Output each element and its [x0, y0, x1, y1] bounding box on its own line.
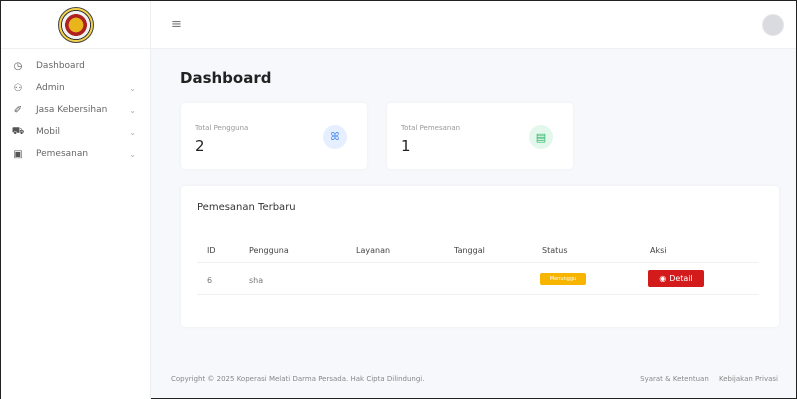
sidebar-item-label: Jasa Kebersihan [36, 105, 108, 115]
dashboard-icon: ◷ [13, 60, 23, 72]
column-header: Status [542, 246, 568, 255]
sidebar-item-dashboard[interactable]: ◷ Dashboard [1, 55, 150, 77]
detail-button[interactable]: ◉ Detail [648, 270, 704, 287]
koperasi-logo[interactable] [57, 6, 94, 43]
users-icon: ⚇ [13, 82, 23, 94]
sidebar-item-label: Admin [36, 83, 65, 93]
cell-id: 6 [207, 276, 213, 285]
topbar: ≡ [151, 1, 796, 49]
sidebar-item-admin[interactable]: ⚇ Admin ⌄ [1, 77, 150, 99]
column-header: Tanggal [454, 246, 485, 255]
sidebar: ◷ Dashboard ⚇ Admin ⌄ ✐ Jasa Kebersihan … [1, 1, 151, 399]
stat-card-orders: Total Pemesanan 1 ▤ [387, 103, 573, 169]
sidebar-item-jasa-kebersihan[interactable]: ✐ Jasa Kebersihan ⌄ [1, 99, 150, 121]
logo-area [1, 1, 150, 49]
calendar-icon: ▣ [13, 148, 23, 160]
chevron-down-icon: ⌄ [129, 105, 136, 115]
sidebar-item-mobil[interactable]: ⛟ Mobil ⌄ [1, 121, 150, 143]
stat-value: 1 [401, 137, 411, 155]
menu-toggle-icon[interactable]: ≡ [171, 17, 182, 32]
column-header: Aksi [650, 246, 667, 255]
sidebar-item-pemesanan[interactable]: ▣ Pemesanan ⌄ [1, 143, 150, 165]
copyright-text: Copyright © 2025 Koperasi Melati Darma P… [171, 375, 425, 383]
sidebar-item-label: Pemesanan [36, 149, 89, 159]
eye-icon: ◉ [659, 274, 667, 283]
column-header: Layanan [356, 246, 391, 255]
stat-card-users: Total Pengguna 2 ꕤ [181, 103, 367, 169]
row-divider [197, 294, 759, 295]
sidebar-item-label: Dashboard [36, 61, 85, 71]
footer-links: Syarat & Ketentuan Kebijakan Privasi [632, 375, 778, 383]
avatar[interactable] [762, 13, 784, 36]
stat-value: 2 [195, 137, 205, 155]
sidebar-nav: ◷ Dashboard ⚇ Admin ⌄ ✐ Jasa Kebersihan … [1, 49, 150, 165]
cell-pengguna: sha [249, 276, 264, 285]
user-icon: ꕤ [323, 125, 347, 149]
stat-label: Total Pengguna [195, 124, 249, 132]
detail-button-label: Detail [669, 274, 693, 283]
privacy-link[interactable]: Kebijakan Privasi [719, 375, 778, 383]
column-header: ID [207, 246, 216, 255]
sidebar-item-label: Mobil [36, 127, 60, 137]
stat-label: Total Pemesanan [401, 124, 461, 132]
chevron-down-icon: ⌄ [129, 83, 136, 93]
terms-link[interactable]: Syarat & Ketentuan [640, 375, 709, 383]
brush-icon: ✐ [13, 104, 23, 116]
recent-orders-card: Pemesanan Terbaru ID Pengguna Layanan Ta… [181, 186, 779, 327]
car-icon: ⛟ [11, 125, 25, 137]
chevron-down-icon: ⌄ [129, 149, 136, 159]
main-content: Dashboard Total Pengguna 2 ꕤ Total Pemes… [151, 49, 796, 398]
footer: Copyright © 2025 Koperasi Melati Darma P… [171, 375, 778, 383]
header-divider [197, 262, 759, 263]
chevron-down-icon: ⌄ [129, 127, 136, 137]
column-header: Pengguna [249, 246, 289, 255]
status-badge: Menunggu [540, 273, 586, 285]
calendar-icon: ▤ [529, 125, 553, 149]
page-title: Dashboard [180, 69, 272, 87]
section-title: Pemesanan Terbaru [197, 202, 296, 213]
